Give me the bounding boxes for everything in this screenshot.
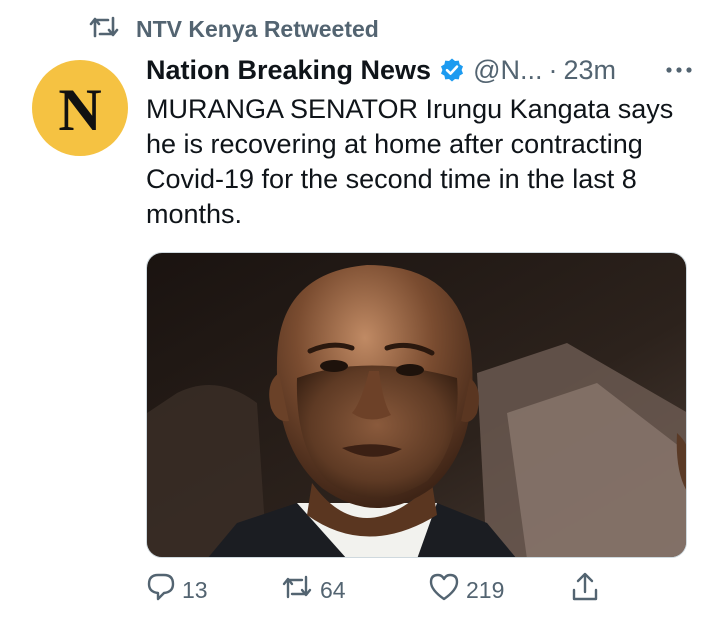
retweet-action-icon <box>280 573 314 607</box>
retweet-button[interactable]: 64 <box>280 572 346 608</box>
portrait-photo <box>147 253 686 557</box>
reply-button[interactable]: 13 <box>146 572 208 608</box>
reply-count: 13 <box>182 576 208 603</box>
retweeted-by-label[interactable]: NTV Kenya Retweeted <box>136 16 379 43</box>
share-icon <box>570 571 600 609</box>
timestamp[interactable]: 23m <box>564 55 617 86</box>
tweet-text: MURANGA SENATOR Irungu Kangata says he i… <box>146 94 674 229</box>
retweet-banner[interactable]: NTV Kenya Retweeted <box>88 12 379 46</box>
reply-icon <box>146 572 176 608</box>
heart-icon <box>428 572 460 608</box>
retweet-icon <box>88 14 120 45</box>
avatar-letter: N <box>58 77 102 143</box>
tweet-header: Nation Breaking News @N... · 23m <box>146 50 694 90</box>
retweet-count: 64 <box>320 576 346 603</box>
tweet-photo[interactable] <box>146 252 687 558</box>
avatar[interactable]: N <box>32 60 128 156</box>
like-button[interactable]: 219 <box>428 572 504 608</box>
tweet-actions: 13 64 219 <box>146 572 616 608</box>
author-name[interactable]: Nation Breaking News <box>146 55 431 86</box>
share-button[interactable] <box>570 572 600 608</box>
more-options-icon[interactable] <box>664 65 694 75</box>
like-count: 219 <box>466 576 505 603</box>
author-handle[interactable]: @N... <box>473 55 542 86</box>
separator-dot: · <box>548 54 558 85</box>
verified-badge-icon <box>439 57 465 83</box>
